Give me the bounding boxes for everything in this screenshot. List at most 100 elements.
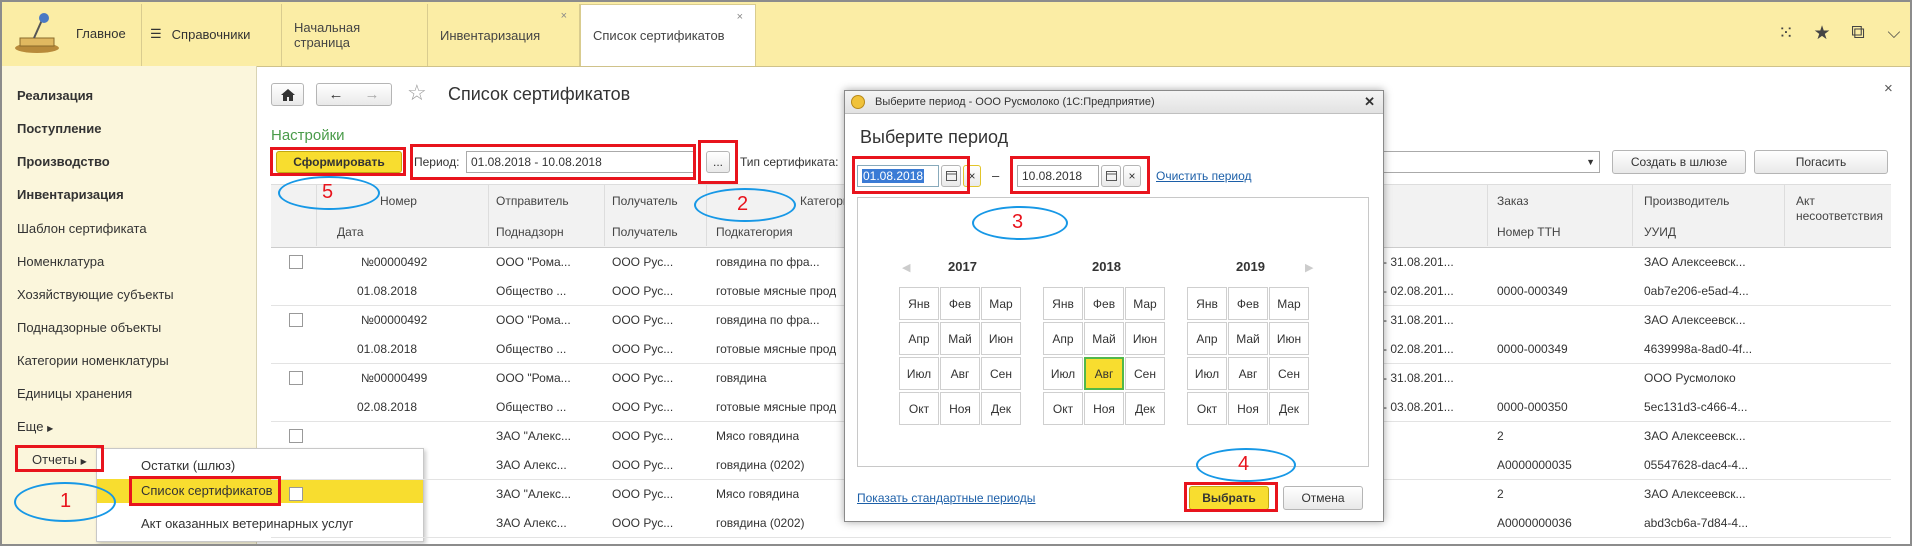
- menu-icon[interactable]: ⌵: [1876, 23, 1912, 43]
- row-checkbox[interactable]: [289, 487, 303, 501]
- month-cell[interactable]: Май: [940, 322, 980, 355]
- month-cell[interactable]: Авг: [940, 357, 980, 390]
- col-header-subcategory[interactable]: Подкатегория: [716, 225, 793, 239]
- month-cell[interactable]: Июн: [1269, 322, 1309, 355]
- month-cell[interactable]: Янв: [1187, 287, 1227, 320]
- row-checkbox[interactable]: [289, 429, 303, 443]
- col-header-uuid[interactable]: УУИД: [1644, 225, 1676, 239]
- sidebar-item-objects[interactable]: Поднадзорные объекты: [17, 320, 161, 335]
- col-header-act[interactable]: Акт несоответствия: [1796, 194, 1886, 224]
- month-cell[interactable]: Фев: [1228, 287, 1268, 320]
- star-icon[interactable]: ☆: [407, 80, 427, 106]
- col-header-receiver2[interactable]: Получатель: [612, 225, 678, 239]
- month-cell[interactable]: Авг: [1228, 357, 1268, 390]
- month-cell[interactable]: Фев: [1084, 287, 1124, 320]
- table-cell: 2: [1497, 429, 1504, 443]
- sidebar-item-sales[interactable]: Реализация: [17, 88, 93, 103]
- col-header-date[interactable]: Дата: [337, 225, 364, 239]
- month-cell[interactable]: Ноя: [1228, 392, 1268, 425]
- cert-type-input[interactable]: ▼: [1380, 151, 1600, 173]
- row-checkbox[interactable]: [289, 255, 303, 269]
- tab-home[interactable]: Главное: [76, 26, 126, 41]
- month-cell[interactable]: Дек: [1269, 392, 1309, 425]
- month-cell-selected[interactable]: Авг: [1084, 357, 1124, 390]
- sidebar-item-more[interactable]: Еще ▶: [17, 419, 53, 434]
- prev-year-icon[interactable]: ◀: [902, 261, 910, 274]
- close-icon[interactable]: ×: [737, 11, 743, 23]
- month-cell[interactable]: Апр: [899, 322, 939, 355]
- year-2018[interactable]: 2018: [1092, 259, 1121, 274]
- tab-inventory[interactable]: Инвентаризация ×: [428, 4, 580, 66]
- create-gateway-button[interactable]: Создать в шлюзе: [1612, 150, 1746, 174]
- month-cell[interactable]: Июл: [1187, 357, 1227, 390]
- month-cell[interactable]: Сен: [981, 357, 1021, 390]
- sidebar-item-production[interactable]: Производство: [17, 154, 110, 169]
- month-cell[interactable]: Дек: [981, 392, 1021, 425]
- month-cell[interactable]: Июл: [899, 357, 939, 390]
- month-cell[interactable]: Мар: [981, 287, 1021, 320]
- show-standard-periods-link[interactable]: Показать стандартные периоды: [857, 491, 1035, 505]
- month-cell[interactable]: Янв: [1043, 287, 1083, 320]
- next-year-icon[interactable]: ▶: [1305, 261, 1313, 274]
- month-cell[interactable]: Ноя: [940, 392, 980, 425]
- month-cell[interactable]: Май: [1228, 322, 1268, 355]
- year-2019[interactable]: 2019: [1236, 259, 1265, 274]
- tab-start-page[interactable]: Начальная страница: [281, 4, 428, 66]
- star-icon[interactable]: ★: [1804, 22, 1840, 45]
- month-cell[interactable]: Май: [1084, 322, 1124, 355]
- settings-link[interactable]: Настройки: [271, 127, 345, 144]
- month-cell[interactable]: Янв: [899, 287, 939, 320]
- col-header-supervised[interactable]: Поднадзорн: [496, 225, 564, 239]
- tab-certificates[interactable]: Список сертификатов ×: [580, 4, 756, 66]
- popup-item-vet-act[interactable]: Акт оказанных ветеринарных услуг: [97, 516, 423, 531]
- col-header-receiver[interactable]: Получатель: [612, 194, 678, 208]
- sidebar-item-inventory[interactable]: Инвентаризация: [17, 187, 124, 202]
- col-header-producer[interactable]: Производитель: [1644, 194, 1729, 208]
- year-2017[interactable]: 2017: [948, 259, 977, 274]
- annotation-box-date-from: [852, 156, 970, 194]
- row-checkbox[interactable]: [289, 313, 303, 327]
- month-cell[interactable]: Окт: [1043, 392, 1083, 425]
- dropdown-icon[interactable]: ▼: [1586, 157, 1595, 167]
- month-cell[interactable]: Апр: [1043, 322, 1083, 355]
- month-cell[interactable]: Окт: [1187, 392, 1227, 425]
- month-cell[interactable]: Ноя: [1084, 392, 1124, 425]
- tab-catalogs[interactable]: ☰ Справочники: [150, 26, 250, 42]
- month-cell[interactable]: Дек: [1125, 392, 1165, 425]
- dialog-heading: Выберите период: [860, 127, 1009, 147]
- close-form-icon[interactable]: ×: [1884, 80, 1893, 97]
- row-checkbox[interactable]: [289, 371, 303, 385]
- dialog-close-icon[interactable]: ✕: [1364, 94, 1375, 110]
- col-header-sender[interactable]: Отправитель: [496, 194, 569, 208]
- annotation-number-4: 4: [1238, 453, 1250, 475]
- month-cell[interactable]: Сен: [1269, 357, 1309, 390]
- month-cell[interactable]: Мар: [1269, 287, 1309, 320]
- month-cell[interactable]: Окт: [899, 392, 939, 425]
- arrow-right-icon[interactable]: →: [354, 86, 390, 103]
- col-header-ttn[interactable]: Номер ТТН: [1497, 225, 1561, 239]
- month-cell[interactable]: Апр: [1187, 322, 1227, 355]
- sidebar-item-nomenclature[interactable]: Номенклатура: [17, 254, 104, 269]
- apps-grid-icon[interactable]: ⁙: [1768, 22, 1804, 45]
- cancel-button[interactable]: Отмена: [1283, 486, 1363, 510]
- col-header-number[interactable]: Номер: [380, 194, 417, 208]
- home-button[interactable]: [271, 83, 304, 106]
- arrow-left-icon[interactable]: ←: [318, 86, 354, 103]
- repay-button[interactable]: Погасить: [1754, 150, 1888, 174]
- sidebar-item-cert-template[interactable]: Шаблон сертификата: [17, 221, 147, 236]
- sidebar-item-entities[interactable]: Хозяйствующие субъекты: [17, 287, 174, 302]
- sidebar-item-units[interactable]: Единицы хранения: [17, 386, 132, 401]
- month-cell[interactable]: Июн: [981, 322, 1021, 355]
- sidebar-item-receipts[interactable]: Поступление: [17, 121, 102, 136]
- history-icon[interactable]: ⧉: [1840, 22, 1876, 44]
- sidebar-item-categories[interactable]: Категории номенклатуры: [17, 353, 169, 368]
- month-cell[interactable]: Июл: [1043, 357, 1083, 390]
- month-cell[interactable]: Сен: [1125, 357, 1165, 390]
- popup-item-balances[interactable]: Остатки (шлюз): [97, 458, 423, 473]
- month-cell[interactable]: Июн: [1125, 322, 1165, 355]
- month-cell[interactable]: Фев: [940, 287, 980, 320]
- close-icon[interactable]: ×: [561, 10, 567, 22]
- col-header-order[interactable]: Заказ: [1497, 194, 1528, 208]
- month-cell[interactable]: Мар: [1125, 287, 1165, 320]
- clear-period-link[interactable]: Очистить период: [1156, 169, 1252, 183]
